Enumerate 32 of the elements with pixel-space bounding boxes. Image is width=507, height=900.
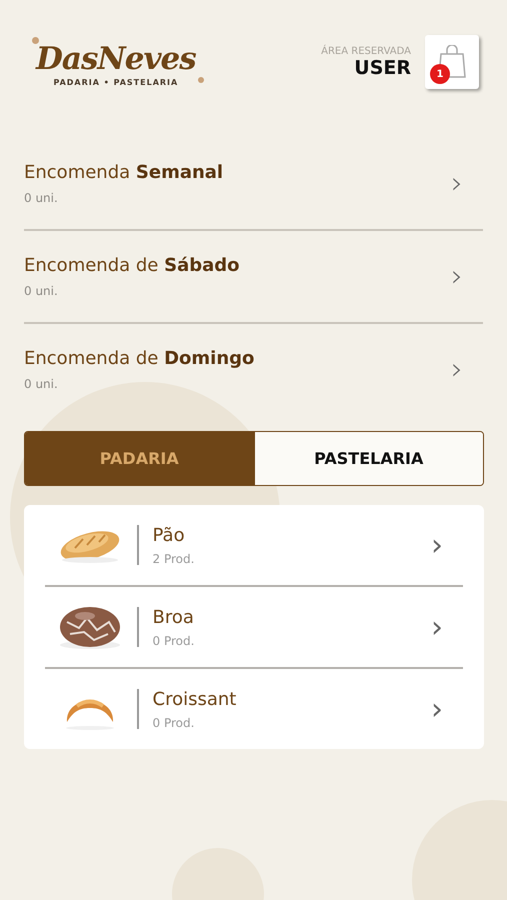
category-row[interactable]: Broa 0 Prod. ›	[45, 587, 463, 669]
user-name: USER	[353, 56, 411, 78]
cart-button[interactable]: 1	[425, 35, 479, 89]
order-title: Encomenda de Domingo	[24, 348, 254, 369]
order-title: Encomenda Semanal	[24, 162, 224, 183]
order-count: 0 uni.	[24, 284, 59, 298]
logo: DasNeves PADARIA • PASTELARIA	[28, 37, 206, 87]
chevron-icon: ›	[431, 528, 443, 562]
order-count: 0 uni.	[24, 377, 59, 391]
category-tab[interactable]: PASTELARIA	[254, 432, 483, 485]
order-count: 0 uni.	[24, 191, 59, 205]
order-row[interactable]: Encomenda de Domingo 0 uni. ›	[24, 324, 483, 415]
chevron-icon: ›	[451, 259, 463, 294]
product-count: 2 Prod.	[152, 552, 196, 566]
order-title: Encomenda de Sábado	[24, 255, 240, 276]
category-name: Broa	[152, 606, 195, 628]
chevron-icon: ›	[431, 610, 443, 644]
order-row[interactable]: Encomenda Semanal 0 uni. ›	[24, 138, 483, 231]
product-count: 0 Prod.	[152, 716, 196, 730]
area-label: ÁREA RESERVADA	[321, 46, 411, 56]
chevron-icon: ›	[431, 692, 443, 726]
chevron-icon: ›	[451, 352, 463, 387]
category-row[interactable]: Croissant 0 Prod. ›	[45, 669, 463, 749]
category-row[interactable]: Pão 2 Prod. ›	[45, 505, 463, 587]
category-name: Pão	[152, 524, 186, 546]
shopping-bag-icon	[437, 45, 467, 79]
order-row[interactable]: Encomenda de Sábado 0 uni. ›	[24, 231, 483, 324]
cart-count-badge: 1	[430, 64, 450, 84]
category-name: Croissant	[152, 688, 238, 710]
product-count: 0 Prod.	[152, 634, 196, 648]
chevron-icon: ›	[451, 166, 463, 201]
category-tab[interactable]: PADARIA	[25, 432, 254, 485]
